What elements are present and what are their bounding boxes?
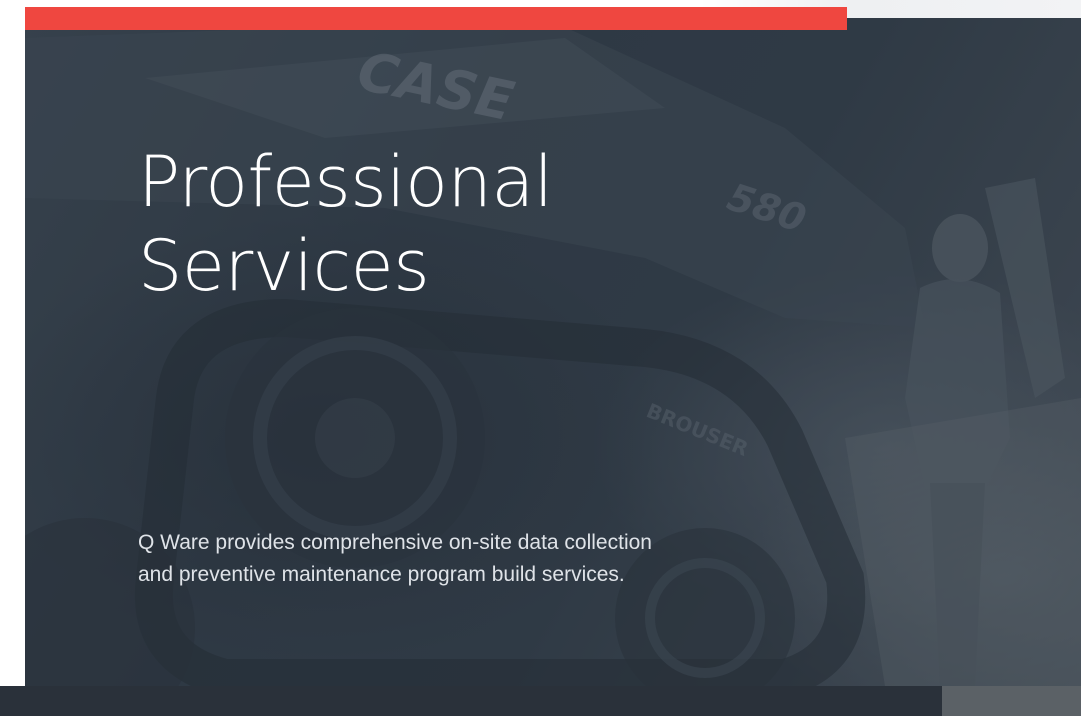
accent-bar xyxy=(25,7,847,30)
hero-description-line1: Q Ware provides comprehensive on-site da… xyxy=(138,531,652,554)
hero-title: Professional Services xyxy=(138,140,778,308)
hero-title-line1: Professional xyxy=(138,141,553,223)
bottom-bar xyxy=(0,686,942,716)
hero-title-line2: Services xyxy=(138,225,430,307)
hero-description-line2: and preventive maintenance program build… xyxy=(138,563,625,586)
bottom-bar-right xyxy=(942,686,1081,716)
page: CASE 580 BROUSER Professional Services Q… xyxy=(0,0,1081,716)
hero-description: Q Ware provides comprehensive on-site da… xyxy=(138,527,758,591)
